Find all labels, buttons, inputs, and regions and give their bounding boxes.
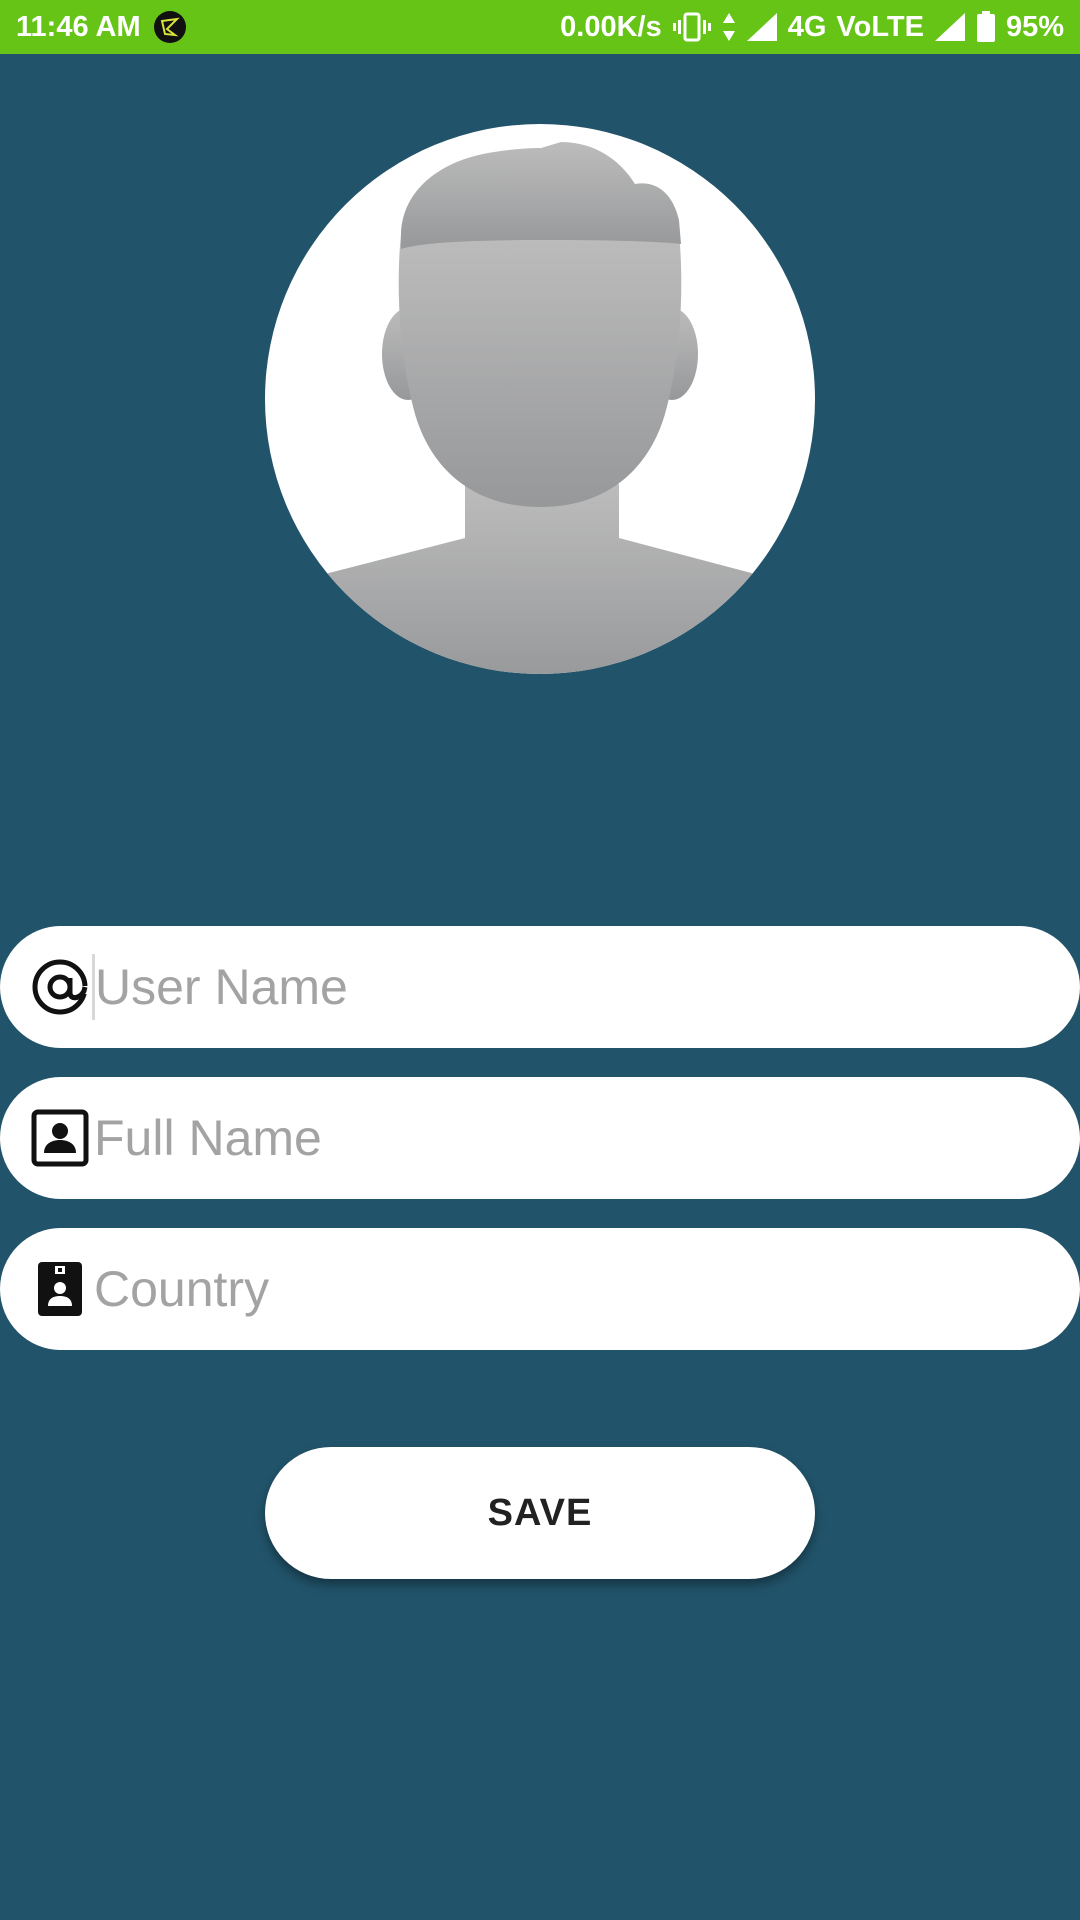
signal-icon-2	[934, 12, 966, 42]
fullname-input[interactable]	[94, 1098, 994, 1178]
status-time: 11:46 AM	[16, 10, 141, 43]
data-arrows-icon	[722, 12, 736, 42]
status-bar: 11:46 AM 0.00K/s 4G VoLTE 95%	[0, 0, 1080, 54]
vibrate-icon	[672, 12, 712, 42]
country-input[interactable]	[94, 1249, 994, 1329]
contact-card-icon	[30, 1108, 90, 1168]
country-field[interactable]	[0, 1228, 1080, 1350]
app-notification-icon	[153, 10, 187, 44]
volte-label: VoLTE	[836, 10, 924, 43]
status-left: 11:46 AM	[16, 10, 187, 44]
battery-level: 95%	[1005, 10, 1064, 43]
username-field[interactable]	[0, 926, 1080, 1048]
save-button[interactable]: SAVE	[265, 1447, 815, 1579]
network-type: 4G	[787, 10, 827, 43]
fullname-field[interactable]	[0, 1077, 1080, 1199]
username-input[interactable]	[95, 947, 995, 1027]
signal-icon	[746, 12, 778, 42]
status-right: 0.00K/s 4G VoLTE 95%	[560, 11, 1064, 44]
at-sign-icon	[30, 957, 90, 1017]
network-speed: 0.00K/s	[560, 10, 662, 43]
profile-avatar[interactable]	[265, 124, 815, 674]
default-user-avatar-icon	[265, 142, 815, 674]
badge-icon	[30, 1259, 90, 1319]
battery-icon	[976, 11, 996, 43]
